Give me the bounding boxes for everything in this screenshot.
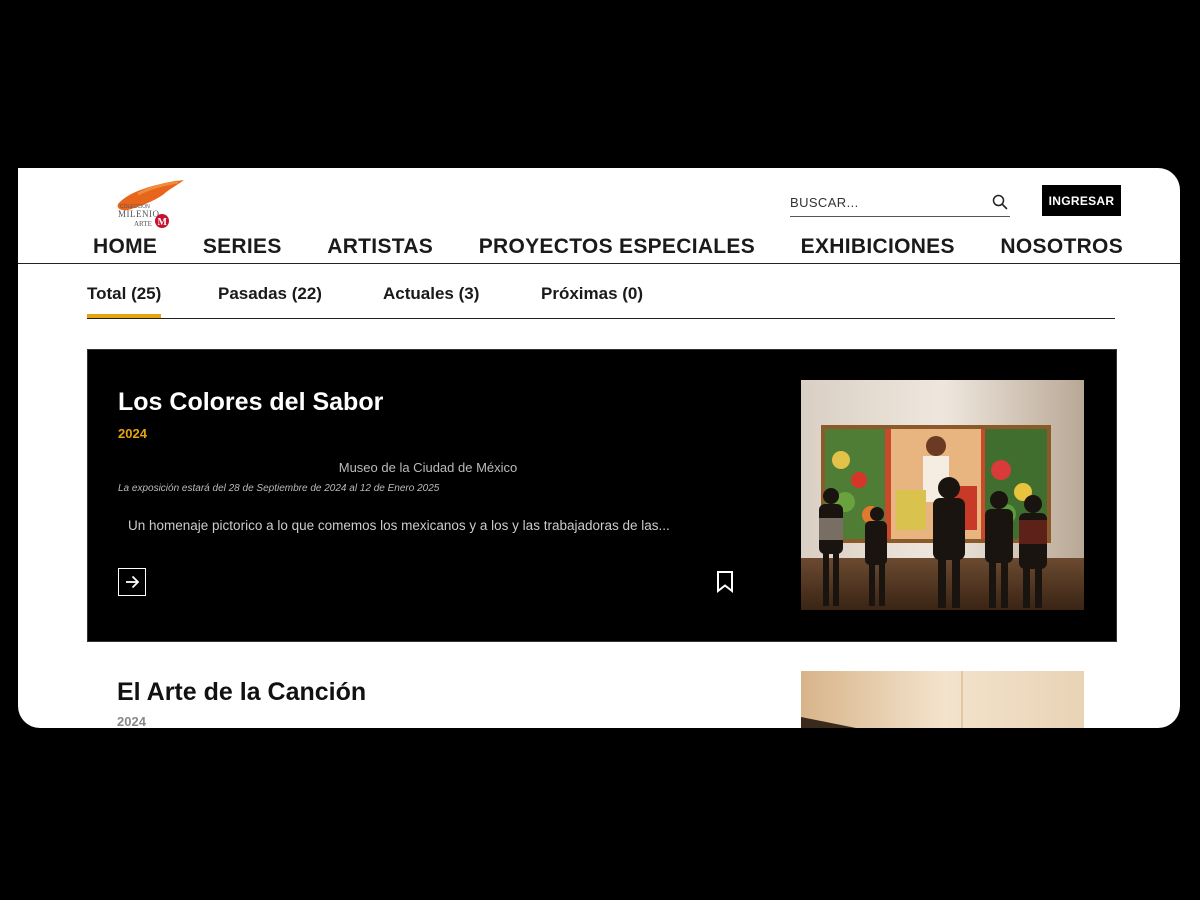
- bookmark-button[interactable]: [715, 570, 735, 594]
- open-exhibition-button[interactable]: [118, 568, 146, 596]
- exhibition-card: Los Colores del Sabor 2024 Museo de la C…: [87, 349, 1117, 642]
- logo-text-m: M: [158, 217, 168, 228]
- tab-actuales[interactable]: Actuales (3): [383, 284, 479, 304]
- nav-item-home[interactable]: HOME: [93, 235, 157, 259]
- exhibition-description: Un homenaje pictorico a lo que comemos l…: [128, 518, 670, 533]
- login-button[interactable]: INGRESAR: [1042, 185, 1121, 216]
- nav-item-exhibiciones[interactable]: EXHIBICIONES: [801, 235, 955, 259]
- exhibition-year: 2024: [117, 714, 146, 728]
- filter-tabs: Total (25) Pasadas (22) Actuales (3) Pró…: [87, 280, 1115, 319]
- search-icon[interactable]: [992, 194, 1008, 210]
- search-bar: [790, 190, 1010, 217]
- exhibition-image[interactable]: [801, 671, 1084, 728]
- nav-item-nosotros[interactable]: NOSOTROS: [1000, 235, 1123, 259]
- exhibition-title[interactable]: El Arte de la Canción: [117, 678, 366, 707]
- exhibition-title[interactable]: Los Colores del Sabor: [118, 388, 383, 417]
- site-logo[interactable]: COLECCIÓN MILENIO ARTE M: [98, 174, 190, 232]
- nav-item-artistas[interactable]: ARTISTAS: [327, 235, 433, 259]
- nav-divider: [18, 263, 1180, 264]
- search-input[interactable]: [790, 190, 980, 214]
- browser-frame: COLECCIÓN MILENIO ARTE M INGRESAR HOME S…: [18, 168, 1180, 728]
- logo-text-milenio: MILENIO: [118, 209, 160, 219]
- exhibition-dates: La exposición estará del 28 de Septiembr…: [118, 483, 440, 494]
- tab-total[interactable]: Total (25): [87, 284, 162, 318]
- tab-proximas[interactable]: Próximas (0): [541, 284, 643, 304]
- bookmark-icon: [715, 571, 735, 598]
- nav-item-proyectos-especiales[interactable]: PROYECTOS ESPECIALES: [479, 235, 755, 259]
- logo-text-arte: ARTE: [134, 220, 152, 228]
- tab-pasadas[interactable]: Pasadas (22): [218, 284, 322, 304]
- logo-brush-icon: COLECCIÓN MILENIO ARTE M: [117, 180, 184, 228]
- nav-item-series[interactable]: SERIES: [203, 235, 282, 259]
- exhibition-image[interactable]: [801, 380, 1084, 610]
- main-nav: HOME SERIES ARTISTAS PROYECTOS ESPECIALE…: [93, 232, 1123, 262]
- exhibition-year: 2024: [118, 426, 147, 441]
- exhibition-venue: Museo de la Ciudad de México: [338, 460, 518, 475]
